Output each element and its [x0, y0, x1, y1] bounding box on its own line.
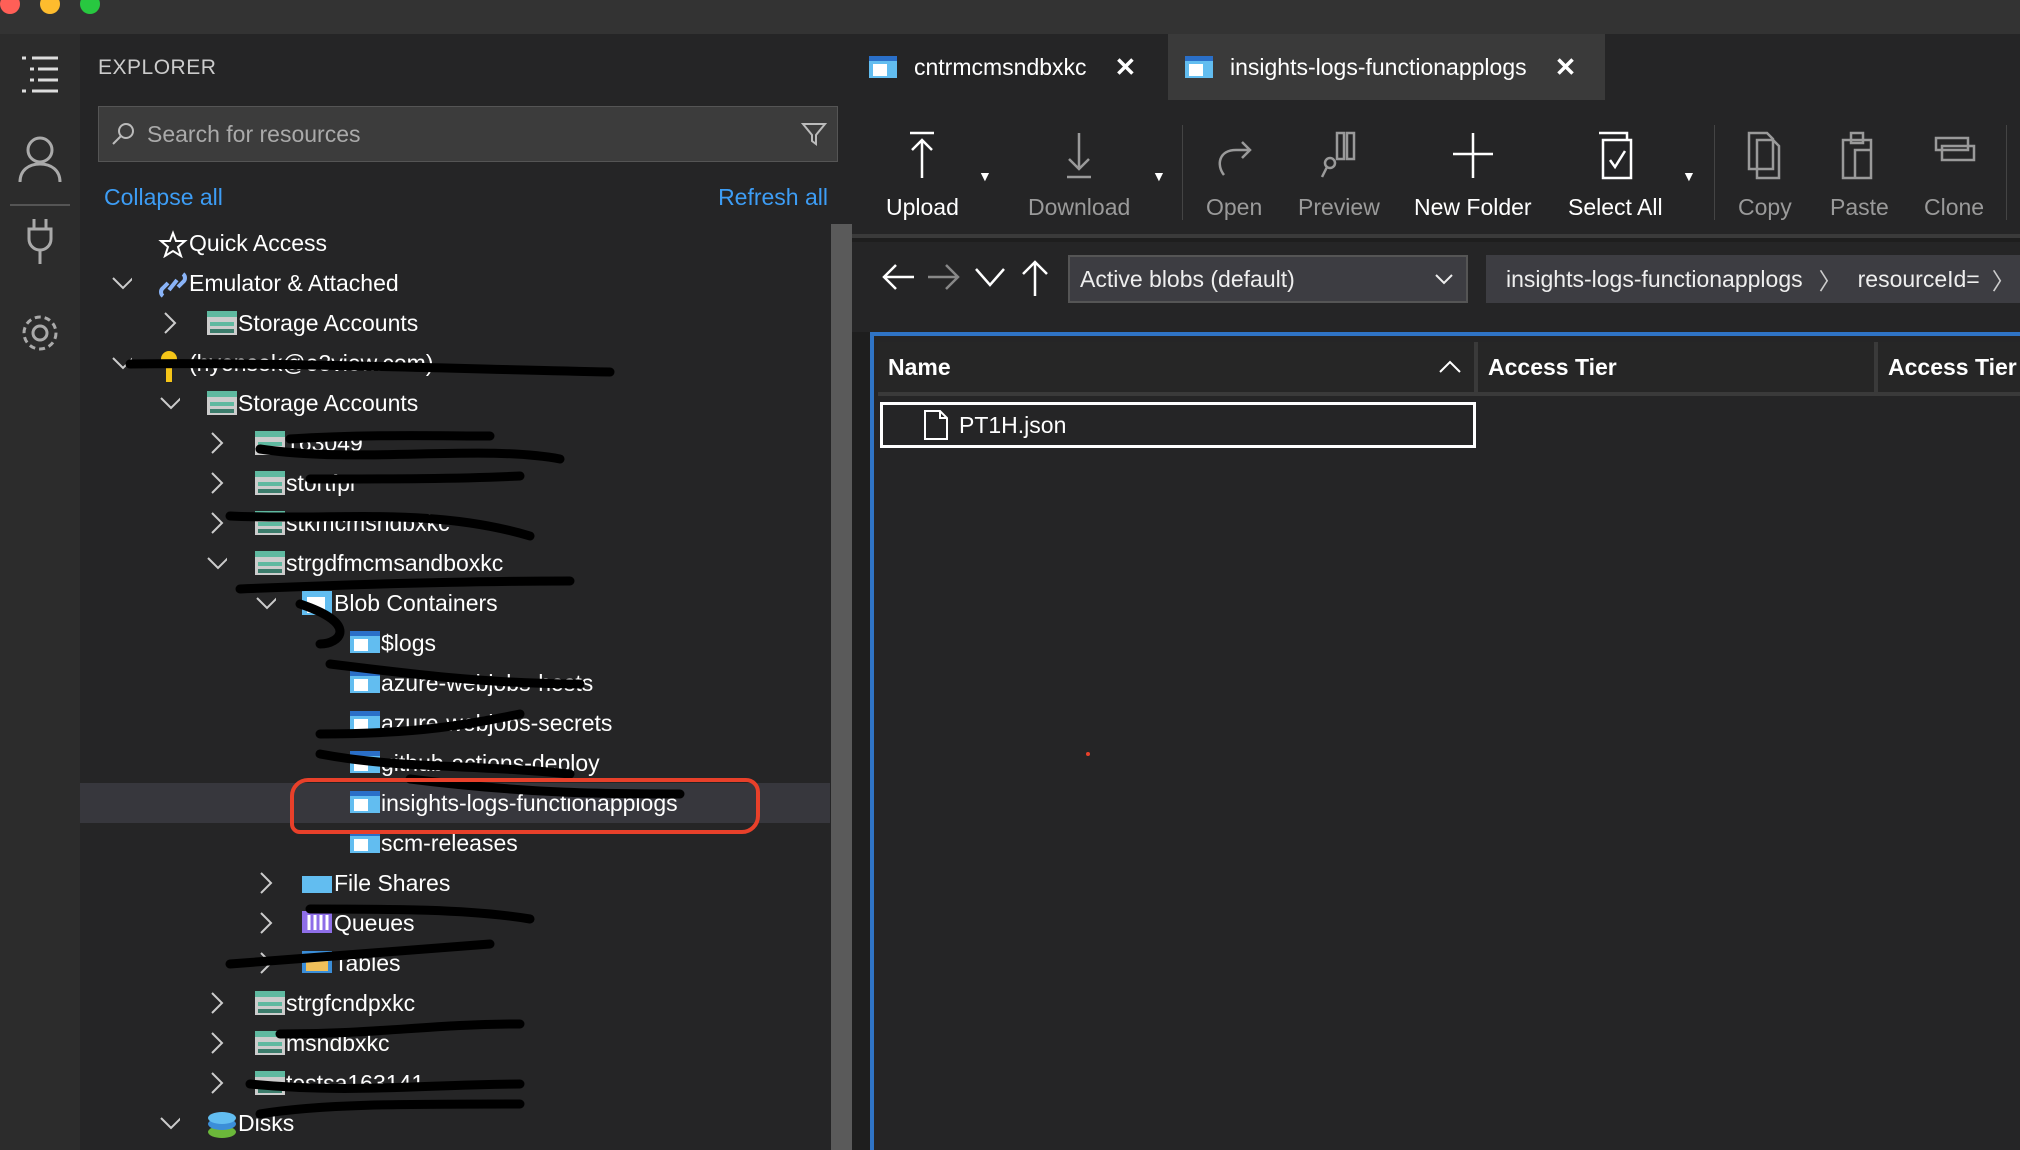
close-tab-icon[interactable]: ✕	[1115, 52, 1137, 83]
download-icon	[1067, 133, 1092, 179]
filter-value: Active blobs (default)	[1080, 265, 1295, 292]
forward-arrow-icon[interactable]	[926, 262, 962, 292]
back-arrow-icon[interactable]	[880, 262, 916, 292]
clone-button[interactable]: Clone	[1924, 130, 1984, 221]
column-header-access-tier-2[interactable]: Access Tier	[1878, 342, 2020, 396]
account-icon[interactable]	[0, 124, 80, 194]
activity-bar	[0, 34, 80, 1150]
upload-button[interactable]: Upload	[886, 130, 959, 221]
breadcrumb-item[interactable]: insights-logs-functionapplogs	[1506, 266, 1803, 293]
file-icon	[924, 410, 948, 440]
explorer-icon[interactable]	[0, 39, 80, 109]
annotation-highlight	[290, 778, 760, 834]
new-folder-button[interactable]: New Folder	[1414, 130, 1532, 221]
toolbar-separator	[2006, 125, 2007, 220]
plug-icon[interactable]	[10, 204, 70, 274]
paste-icon	[1842, 131, 1873, 180]
copy-icon	[1747, 131, 1781, 180]
upload-dropdown-caret[interactable]: ▼	[978, 168, 992, 184]
redaction-scribbles	[125, 359, 685, 1119]
container-icon	[1185, 56, 1213, 78]
scrollbar[interactable]	[831, 224, 852, 1150]
minimize-window-button[interactable]	[40, 0, 60, 14]
upload-icon	[910, 131, 935, 178]
select-all-icon	[1599, 131, 1633, 180]
select-all-dropdown-caret[interactable]: ▼	[1682, 168, 1696, 184]
clone-icon	[1934, 136, 1976, 162]
preview-button[interactable]: Preview	[1298, 130, 1380, 221]
sort-ascending-icon	[1439, 360, 1461, 373]
chevron-right-icon: 〉	[1991, 268, 2015, 294]
gear-icon[interactable]	[0, 298, 80, 368]
tab-insights-logs-functionapplogs[interactable]: insights-logs-functionapplogs ✕	[1168, 34, 1605, 100]
toolbar-separator	[1714, 125, 1715, 220]
explorer-panel: EXPLORER Collapse all Refresh all Quick …	[80, 34, 852, 1150]
blob-filter-dropdown[interactable]: Active blobs (default)	[1068, 255, 1468, 303]
tab-label: insights-logs-functionapplogs	[1230, 53, 1527, 80]
container-icon	[869, 56, 897, 78]
copy-button[interactable]: Copy	[1738, 130, 1792, 221]
preview-icon	[1320, 131, 1356, 178]
column-header-name[interactable]: Name	[878, 342, 1478, 396]
title-bar	[0, 0, 2020, 34]
tab-label: cntrmcmsndbxkc	[914, 53, 1087, 80]
paste-button[interactable]: Paste	[1830, 130, 1889, 221]
toolbar: Upload ▼ Download ▼ Open Preview New Fol…	[852, 100, 2020, 238]
close-tab-icon[interactable]: ✕	[1555, 52, 1577, 83]
tab-bar: cntrmcmsndbxkc ✕ insights-logs-functiona…	[852, 34, 2020, 100]
column-header-access-tier[interactable]: Access Tier	[1478, 342, 1878, 396]
download-button[interactable]: Download	[1028, 130, 1130, 221]
open-button[interactable]: Open	[1206, 130, 1262, 221]
download-dropdown-caret[interactable]: ▼	[1152, 168, 1166, 184]
chevron-down-icon	[1435, 274, 1453, 285]
stray-dot	[1086, 752, 1090, 756]
blob-grid: Name Access Tier Access Tier PT1H.json	[870, 332, 2020, 1150]
close-window-button[interactable]	[0, 0, 20, 14]
tab-cntrmcmsndbxkc[interactable]: cntrmcmsndbxkc ✕	[852, 34, 1168, 100]
plus-icon	[1452, 133, 1493, 178]
file-name: PT1H.json	[959, 411, 1067, 438]
chevron-right-icon: 〉	[1818, 268, 1842, 294]
breadcrumb: insights-logs-functionapplogs 〉 resource…	[1486, 255, 2020, 303]
table-row[interactable]: PT1H.json	[880, 402, 1476, 448]
select-all-button[interactable]: Select All	[1568, 130, 1663, 221]
maximize-window-button[interactable]	[80, 0, 100, 14]
chevron-down-icon[interactable]	[974, 266, 1006, 288]
navigation-bar: Active blobs (default) insights-logs-fun…	[852, 242, 2020, 332]
open-icon	[1218, 141, 1252, 176]
breadcrumb-item[interactable]: resourceId=	[1858, 266, 1980, 293]
toolbar-separator	[1182, 125, 1183, 220]
up-arrow-icon[interactable]	[1020, 258, 1050, 296]
